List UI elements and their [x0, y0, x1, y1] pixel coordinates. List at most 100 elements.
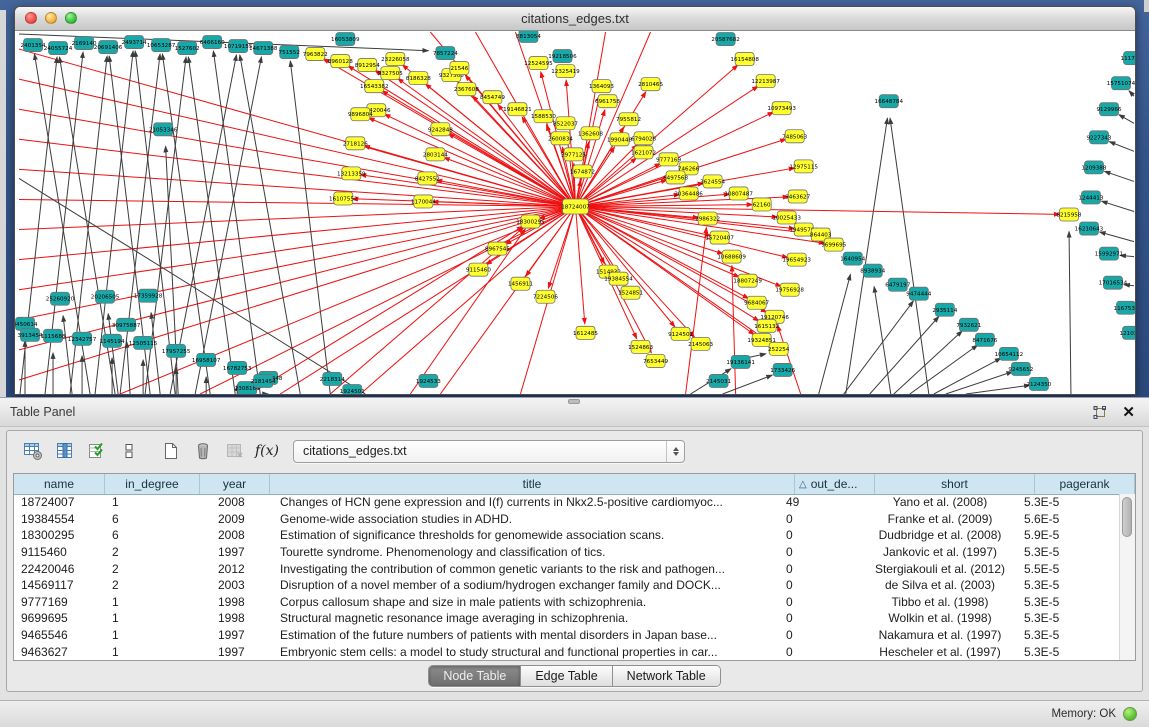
table-cell[interactable]: 0: [780, 562, 860, 576]
panel-splitter-handle[interactable]: [568, 399, 580, 404]
tab-network-table[interactable]: Network Table: [613, 666, 720, 686]
table-settings-icon[interactable]: [19, 437, 47, 465]
window-titlebar[interactable]: citations_edges.txt: [15, 7, 1135, 31]
new-document-icon[interactable]: [157, 437, 185, 465]
column-header-pagerank[interactable]: pagerank: [1035, 474, 1135, 494]
table-cell[interactable]: 2012: [200, 562, 270, 576]
table-cell[interactable]: 0: [780, 578, 860, 592]
table-cell[interactable]: 0: [780, 645, 860, 659]
table-cell[interactable]: 1997: [200, 645, 270, 659]
table-cell[interactable]: Stergiakouli et al. (2012): [860, 562, 1020, 576]
delete-icon[interactable]: [189, 437, 217, 465]
table-row[interactable]: 969969511998Structural magnetic resonanc…: [14, 610, 1120, 627]
table-cell[interactable]: Franke et al. (2009): [860, 512, 1020, 526]
table-row[interactable]: 2242004622012Investigating the contribut…: [14, 560, 1120, 577]
table-cell[interactable]: 0: [780, 611, 860, 625]
table-cell[interactable]: 9465546: [14, 628, 105, 642]
table-cell[interactable]: 5.3E-5: [1020, 578, 1120, 592]
table-row[interactable]: 1456911722003Disruption of a novel membe…: [14, 577, 1120, 594]
table-cell[interactable]: 22420046: [14, 562, 105, 576]
table-row[interactable]: 946362711997Embryonic stem cells: a mode…: [14, 643, 1120, 660]
table-cell[interactable]: Jankovic et al. (1997): [860, 545, 1020, 559]
table-cell[interactable]: Investigating the contribution of common…: [270, 562, 780, 576]
table-cell[interactable]: 2: [105, 545, 200, 559]
table-cell[interactable]: 1997: [200, 545, 270, 559]
table-cell[interactable]: 1998: [200, 595, 270, 609]
table-row[interactable]: 1872400712008Changes of HCN gene express…: [14, 494, 1120, 511]
table-cell[interactable]: 5.9E-5: [1020, 528, 1120, 542]
function-icon[interactable]: f(x): [255, 443, 279, 459]
table-cell[interactable]: 9699695: [14, 611, 105, 625]
network-canvas[interactable]: 2401354240557242169140206914062493714106…: [15, 31, 1135, 394]
table-cell[interactable]: Wolkin et al. (1998): [860, 611, 1020, 625]
table-cell[interactable]: 5.3E-5: [1020, 611, 1120, 625]
table-cell[interactable]: 6: [105, 512, 200, 526]
table-cell[interactable]: 1997: [200, 628, 270, 642]
table-cell[interactable]: Embryonic stem cells: a model to study s…: [270, 645, 780, 659]
table-cell[interactable]: 0: [780, 628, 860, 642]
table-cell[interactable]: Hescheler et al. (1997): [860, 645, 1020, 659]
table-cell[interactable]: 5.3E-5: [1020, 628, 1120, 642]
table-row[interactable]: 1938455462009Genome-wide association stu…: [14, 511, 1120, 528]
table-cell[interactable]: 19384554: [14, 512, 105, 526]
table-cell[interactable]: 1: [105, 628, 200, 642]
column-header-in-degree[interactable]: in_degree: [105, 474, 200, 494]
table-cell[interactable]: 5.5E-5: [1020, 562, 1120, 576]
table-cell[interactable]: 49: [780, 495, 860, 509]
table-cell[interactable]: Estimation of significance thresholds fo…: [270, 528, 780, 542]
table-cell[interactable]: 18300295: [14, 528, 105, 542]
show-column-icon[interactable]: [51, 437, 79, 465]
column-header-title[interactable]: title: [270, 474, 795, 494]
table-cell[interactable]: 0: [780, 512, 860, 526]
table-row[interactable]: 977716911998Corpus callosum shape and si…: [14, 594, 1120, 611]
table-cell[interactable]: 1: [105, 611, 200, 625]
table-cell[interactable]: 5.3E-5: [1020, 495, 1120, 509]
table-cell[interactable]: Disruption of a novel member of a sodium…: [270, 578, 780, 592]
table-row[interactable]: 1830029562008Estimation of significance …: [14, 527, 1120, 544]
table-cell[interactable]: 0: [780, 595, 860, 609]
table-cell[interactable]: Estimation of the future numbers of pati…: [270, 628, 780, 642]
table-cell[interactable]: Nakamura et al. (1997): [860, 628, 1020, 642]
table-cell[interactable]: de Silva et al. (2003): [860, 578, 1020, 592]
table-cell[interactable]: 5.3E-5: [1020, 595, 1120, 609]
table-cell[interactable]: 14569117: [14, 578, 105, 592]
table-cell[interactable]: 0: [780, 545, 860, 559]
table-cell[interactable]: Tourette syndrome. Phenomenology and cla…: [270, 545, 780, 559]
tab-node-table[interactable]: Node Table: [429, 666, 521, 686]
table-cell[interactable]: 1998: [200, 611, 270, 625]
table-select-dropdown[interactable]: citations_edges.txt: [293, 440, 685, 463]
table-cell[interactable]: 2: [105, 578, 200, 592]
table-cell[interactable]: 6: [105, 528, 200, 542]
table-cell[interactable]: 2: [105, 562, 200, 576]
table-cell[interactable]: 2008: [200, 528, 270, 542]
table-cell[interactable]: 2003: [200, 578, 270, 592]
table-row[interactable]: 911546021997Tourette syndrome. Phenomeno…: [14, 544, 1120, 561]
float-panel-icon[interactable]: [1092, 405, 1107, 420]
close-panel-icon[interactable]: ✕: [1122, 405, 1135, 420]
column-header-short[interactable]: short: [875, 474, 1035, 494]
table-cell[interactable]: 1: [105, 495, 200, 509]
table-cell[interactable]: 2008: [200, 495, 270, 509]
table-cell[interactable]: 9115460: [14, 545, 105, 559]
column-header-year[interactable]: year: [200, 474, 270, 494]
table-cell[interactable]: 9463627: [14, 645, 105, 659]
table-cell[interactable]: 5.3E-5: [1020, 645, 1120, 659]
table-cell[interactable]: Genome-wide association studies in ADHD.: [270, 512, 780, 526]
table-cell[interactable]: 5.6E-5: [1020, 512, 1120, 526]
table-row[interactable]: 946554611997Estimation of the future num…: [14, 627, 1120, 644]
table-cell[interactable]: 0: [780, 528, 860, 542]
column-header-out-de-[interactable]: △out_de...: [795, 474, 875, 494]
table-cell[interactable]: Changes of HCN gene expression and I(f) …: [270, 495, 780, 509]
table-cell[interactable]: Tibbo et al. (1998): [860, 595, 1020, 609]
table-cell[interactable]: 5.3E-5: [1020, 545, 1120, 559]
table-cell[interactable]: 18724007: [14, 495, 105, 509]
table-cell[interactable]: 2009: [200, 512, 270, 526]
table-cell[interactable]: 9777169: [14, 595, 105, 609]
table-cell[interactable]: Yano et al. (2008): [860, 495, 1020, 509]
table-scrollbar[interactable]: [1119, 494, 1135, 660]
table-cell[interactable]: Structural magnetic resonance image aver…: [270, 611, 780, 625]
scrollbar-thumb[interactable]: [1122, 497, 1132, 537]
table-cell[interactable]: Corpus callosum shape and size in male p…: [270, 595, 780, 609]
tab-edge-table[interactable]: Edge Table: [521, 666, 612, 686]
rows-icon[interactable]: [115, 437, 143, 465]
